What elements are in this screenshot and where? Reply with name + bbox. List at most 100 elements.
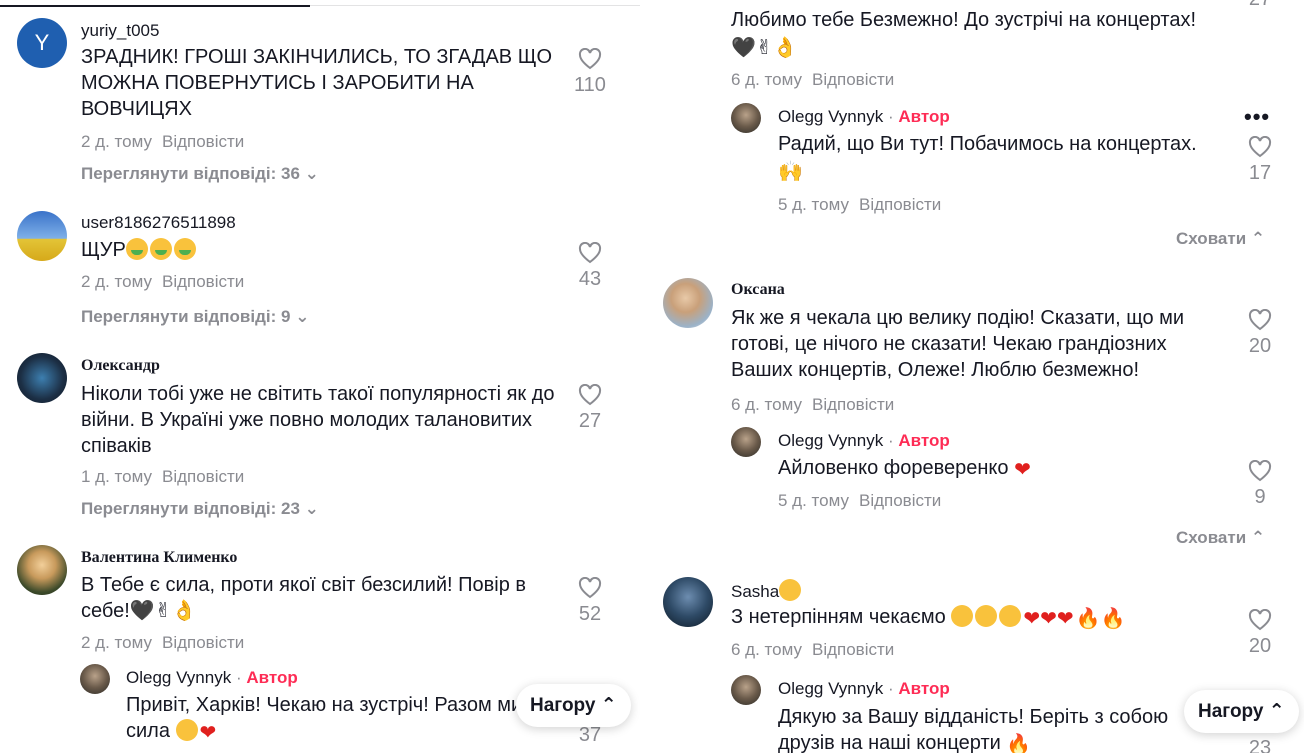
comment-meta: 6 д. тому Відповісти (731, 640, 894, 660)
reply-meta: 5 д. тому Відповісти (778, 195, 941, 215)
reply-username[interactable]: Olegg Vynnyk (778, 679, 883, 698)
like-button[interactable]: 23 (1240, 733, 1280, 753)
comment-username[interactable]: Оксана (731, 281, 785, 299)
reply-text-line2: сила ❤ (126, 718, 218, 746)
fire-emoji: 🔥 (1006, 734, 1032, 753)
like-button[interactable]: 43 (570, 242, 610, 291)
separator: · (887, 679, 894, 698)
reply-username[interactable]: Olegg Vynnyk (778, 107, 883, 126)
reply-button[interactable]: Відповісти (859, 195, 941, 214)
hide-replies-button[interactable]: Сховати ⌃ (1176, 528, 1265, 548)
reply-username[interactable]: Olegg Vynnyk (126, 668, 231, 687)
comment-text: Любимо тебе Безмежно! До зустрічі на кон… (731, 9, 1197, 31)
like-count: 110 (574, 74, 606, 96)
reply-username[interactable]: Olegg Vynnyk (778, 431, 883, 450)
avatar[interactable] (731, 427, 761, 457)
author-badge: Автор (898, 679, 950, 698)
comment-text-wrap: В Тебе є сила, проти якої світ безсилий!… (81, 572, 551, 624)
smile-hearts-emoji (999, 605, 1022, 627)
view-replies-button[interactable]: Переглянути відповіді: 23 ⌄ (81, 499, 319, 519)
heart-emoji: 🖤✌👌 (731, 37, 798, 59)
reply-button[interactable]: Відповісти (162, 272, 244, 291)
reply-button[interactable]: Відповісти (162, 633, 244, 652)
comment-text-wrap: З нетерпінням чекаємо ❤❤❤ 🔥🔥 (731, 604, 1127, 632)
view-replies-label: Переглянути відповіді: 36 (81, 164, 300, 183)
avatar[interactable] (731, 675, 761, 705)
like-button[interactable]: 20 (1240, 609, 1280, 658)
avatar[interactable] (17, 353, 67, 403)
separator: · (235, 668, 242, 687)
smile-hearts-emoji (975, 605, 998, 627)
like-count: 20 (1248, 635, 1272, 657)
comment-time: 6 д. тому (731, 395, 802, 414)
double-chevron-up-icon: ⌃ (600, 695, 617, 716)
comment-username[interactable]: Валентина Клименко (81, 549, 237, 567)
avatar[interactable] (17, 211, 67, 261)
comment-text: ЗРАДНИК! ГРОШІ ЗАКІНЧИЛИСЬ, ТО ЗГАДАВ ЩО… (81, 46, 552, 120)
reply-button[interactable]: Відповісти (162, 132, 244, 151)
yum-emoji (125, 238, 148, 260)
avatar[interactable] (731, 103, 761, 133)
comment-text: Як же я чекала цю велику подію! Сказати,… (731, 307, 1185, 381)
more-dots-icon[interactable]: ••• (1244, 104, 1270, 130)
comment-meta: 2 д. тому Відповісти (81, 132, 244, 152)
view-replies-button[interactable]: Переглянути відповіді: 9 ⌄ (81, 307, 309, 327)
comment-text: ЩУР (81, 239, 126, 261)
smile-emoji (175, 719, 198, 741)
reply-button[interactable]: Відповісти (812, 70, 894, 89)
grin-emoji (779, 579, 802, 601)
hide-replies-button[interactable]: Сховати ⌃ (1176, 229, 1265, 249)
comment-time: 2 д. тому (81, 272, 152, 291)
reply-time: 5 д. тому (778, 195, 849, 214)
comment-username[interactable]: Sasha (731, 582, 779, 601)
like-count: 20 (1248, 335, 1272, 357)
comment-username[interactable]: Олександр (81, 357, 160, 375)
like-button[interactable]: 27 (570, 384, 610, 433)
like-button[interactable]: 27 (1240, 0, 1280, 11)
heart-outline-icon (1248, 609, 1272, 631)
reply-text: Дякую за Вашу відданість! Беріть з собою… (778, 706, 1169, 753)
avatar[interactable] (80, 664, 110, 694)
like-button[interactable]: 9 (1240, 460, 1280, 509)
comment-time: 2 д. тому (81, 132, 152, 151)
reply-button[interactable]: Відповісти (162, 467, 244, 486)
avatar[interactable] (663, 278, 713, 328)
tab-divider (310, 5, 640, 6)
chevron-down-icon: ⌄ (295, 307, 310, 326)
heart-outline-icon (578, 242, 602, 264)
comment-text: З нетерпінням чекаємо (731, 606, 946, 628)
scroll-to-top-button[interactable]: Нагору ⌃ (1184, 690, 1299, 733)
comments-panel-right: Любимо тебе Безмежно! До зустрічі на кон… (648, 0, 1304, 753)
like-button[interactable]: 20 (1240, 309, 1280, 358)
comment-time: 1 д. тому (81, 467, 152, 486)
reply-button[interactable]: Відповісти (812, 640, 894, 659)
comment-time: 6 д. тому (731, 640, 802, 659)
comment-meta: 6 д. тому Відповісти (731, 70, 894, 90)
chevron-up-icon: ⌃ (1250, 229, 1266, 248)
scroll-to-top-button[interactable]: Нагору ⌃ (516, 684, 631, 727)
reply-button[interactable]: Відповісти (812, 395, 894, 414)
like-button[interactable]: 52 (570, 577, 610, 626)
view-replies-button[interactable]: Переглянути відповіді: 36 ⌄ (81, 164, 319, 184)
comment-username[interactable]: user8186276511898 (81, 213, 236, 233)
avatar[interactable]: Y (17, 18, 67, 68)
reply-text-wrap: Дякую за Вашу відданість! Беріть з собою… (778, 704, 1178, 753)
avatar[interactable] (17, 545, 67, 595)
like-count: 9 (1254, 486, 1266, 508)
comment-emoji-line: 🖤✌👌 (731, 35, 798, 61)
reply-button[interactable]: Відповісти (859, 491, 941, 510)
comment-meta: 1 д. тому Відповісти (81, 467, 244, 487)
avatar[interactable] (663, 577, 713, 627)
red-heart-emoji: ❤ (1014, 459, 1031, 481)
comment-username[interactable]: yuriy_t005 (81, 21, 159, 41)
reply-text-wrap: Айловенко фореверенко ❤ (778, 455, 1033, 483)
comment-meta: 2 д. тому Відповісти (81, 272, 244, 292)
like-button[interactable]: 110 (570, 48, 610, 97)
like-button[interactable]: 17 (1240, 136, 1280, 185)
chevron-down-icon: ⌄ (304, 164, 319, 183)
double-chevron-up-icon: ⌃ (1268, 701, 1285, 722)
author-badge: Автор (898, 431, 950, 450)
fire-emoji: 🔥🔥 (1075, 608, 1126, 630)
comment-text-wrap: ЩУР (81, 237, 198, 263)
like-count: 27 (1240, 0, 1280, 11)
